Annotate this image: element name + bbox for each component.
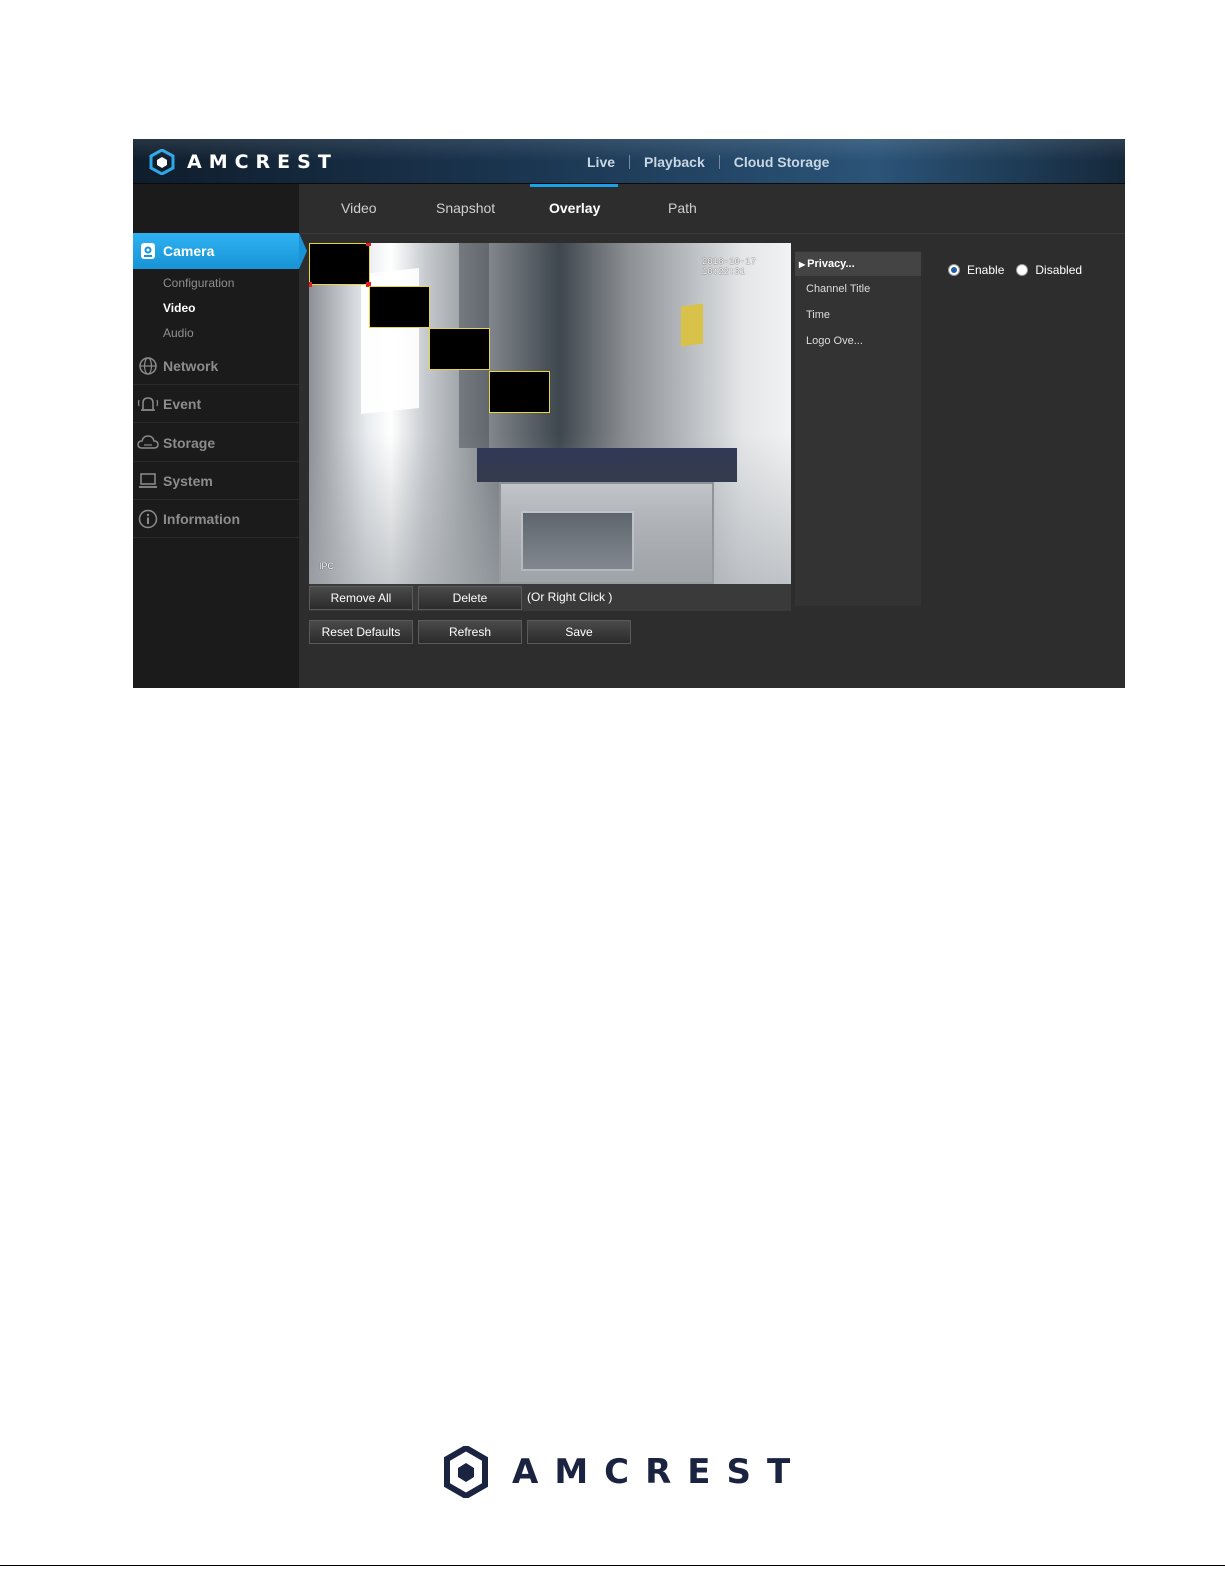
monitor-icon (133, 472, 163, 490)
delete-button[interactable]: Delete (418, 586, 522, 610)
sidebar: Camera Configuration Video Audio Network… (133, 184, 307, 688)
nav-playback[interactable]: Playback (630, 154, 719, 170)
privacy-mask-3[interactable] (429, 328, 490, 370)
enable-radio-label: Enable (967, 263, 1005, 277)
right-click-hint: (Or Right Click ) (527, 590, 613, 604)
sidebar-item-storage[interactable]: Storage (133, 424, 299, 462)
submenu-time[interactable]: Time (795, 303, 921, 327)
privacy-mask-2[interactable] (369, 286, 430, 328)
nav-live[interactable]: Live (573, 154, 629, 170)
top-nav: Live Playback Cloud Storage (573, 139, 843, 184)
camera-web-ui: AMCREST Live Playback Cloud Storage Came… (133, 139, 1125, 688)
scene-shading (309, 434, 791, 584)
remove-all-button[interactable]: Remove All (309, 586, 413, 610)
privacy-mask-4[interactable] (489, 371, 550, 413)
alarm-bell-icon (133, 394, 163, 414)
sidebar-item-label: Storage (163, 434, 216, 451)
sidebar-item-camera[interactable]: Camera (133, 233, 299, 269)
tab-overlay[interactable]: Overlay (549, 200, 600, 216)
footer-brand-name: AMCREST (512, 1452, 807, 1492)
enable-radio[interactable] (948, 264, 960, 276)
page-bottom-rule (0, 1565, 1225, 1566)
tab-path[interactable]: Path (668, 200, 697, 216)
submenu-logo-overlay[interactable]: Logo Ove... (795, 329, 921, 353)
amcrest-hexagon-icon (149, 149, 175, 175)
tab-snapshot[interactable]: Snapshot (436, 200, 495, 216)
osd-timestamp: 2018-10-17 10:22:31 (702, 257, 757, 277)
privacy-enable-group: Enable Disabled (948, 263, 1094, 277)
brand-name: AMCREST (187, 151, 338, 173)
disabled-radio-label: Disabled (1035, 263, 1083, 277)
nav-cloud-storage[interactable]: Cloud Storage (720, 154, 844, 170)
submenu-privacy[interactable]: ▶ Privacy... (795, 252, 921, 276)
disabled-radio[interactable] (1016, 264, 1029, 276)
refresh-button[interactable]: Refresh (418, 620, 522, 644)
sidebar-item-label: System (163, 472, 213, 489)
footer-amcrest-logo: AMCREST (444, 1446, 806, 1498)
sidebar-sub-configuration[interactable]: Configuration (163, 276, 234, 290)
overlay-submenu: ▶ Privacy... Channel Title Time Logo Ove… (795, 251, 921, 606)
sidebar-item-system[interactable]: System (133, 462, 299, 500)
save-button[interactable]: Save (527, 620, 631, 644)
resize-handle[interactable] (309, 282, 312, 287)
osd-channel-title: IPC (319, 561, 335, 571)
cloud-icon (133, 434, 163, 452)
sidebar-item-label: Camera (163, 243, 215, 259)
sidebar-sub-video[interactable]: Video (163, 301, 195, 315)
submenu-channel-title[interactable]: Channel Title (795, 277, 921, 301)
video-preview[interactable]: 2018-10-17 10:22:31 IPC (309, 243, 791, 584)
sidebar-item-label: Event (163, 395, 202, 412)
selected-arrow-icon: ▶ (799, 259, 806, 269)
scene-yellow-sign (681, 303, 703, 347)
top-bar: AMCREST Live Playback Cloud Storage (133, 139, 1125, 184)
sidebar-item-information[interactable]: Information (133, 500, 299, 538)
sidebar-sub-audio[interactable]: Audio (163, 326, 194, 340)
sidebar-item-label: Network (163, 357, 219, 374)
info-icon (133, 509, 163, 529)
camera-icon (133, 242, 163, 260)
globe-icon (133, 356, 163, 376)
amcrest-hexagon-icon (444, 1446, 488, 1498)
submenu-label: Privacy... (807, 258, 855, 270)
reset-defaults-button[interactable]: Reset Defaults (309, 620, 413, 644)
sidebar-item-event[interactable]: Event (133, 385, 299, 423)
sidebar-item-network[interactable]: Network (133, 347, 299, 385)
sidebar-item-label: Information (163, 510, 240, 527)
active-tab-indicator (530, 184, 618, 187)
privacy-mask-1[interactable] (309, 243, 370, 285)
resize-handle[interactable] (366, 243, 371, 246)
amcrest-logo[interactable]: AMCREST (149, 149, 338, 175)
settings-tabs: Video Snapshot Overlay Path (299, 184, 1125, 234)
tab-video[interactable]: Video (341, 200, 377, 216)
